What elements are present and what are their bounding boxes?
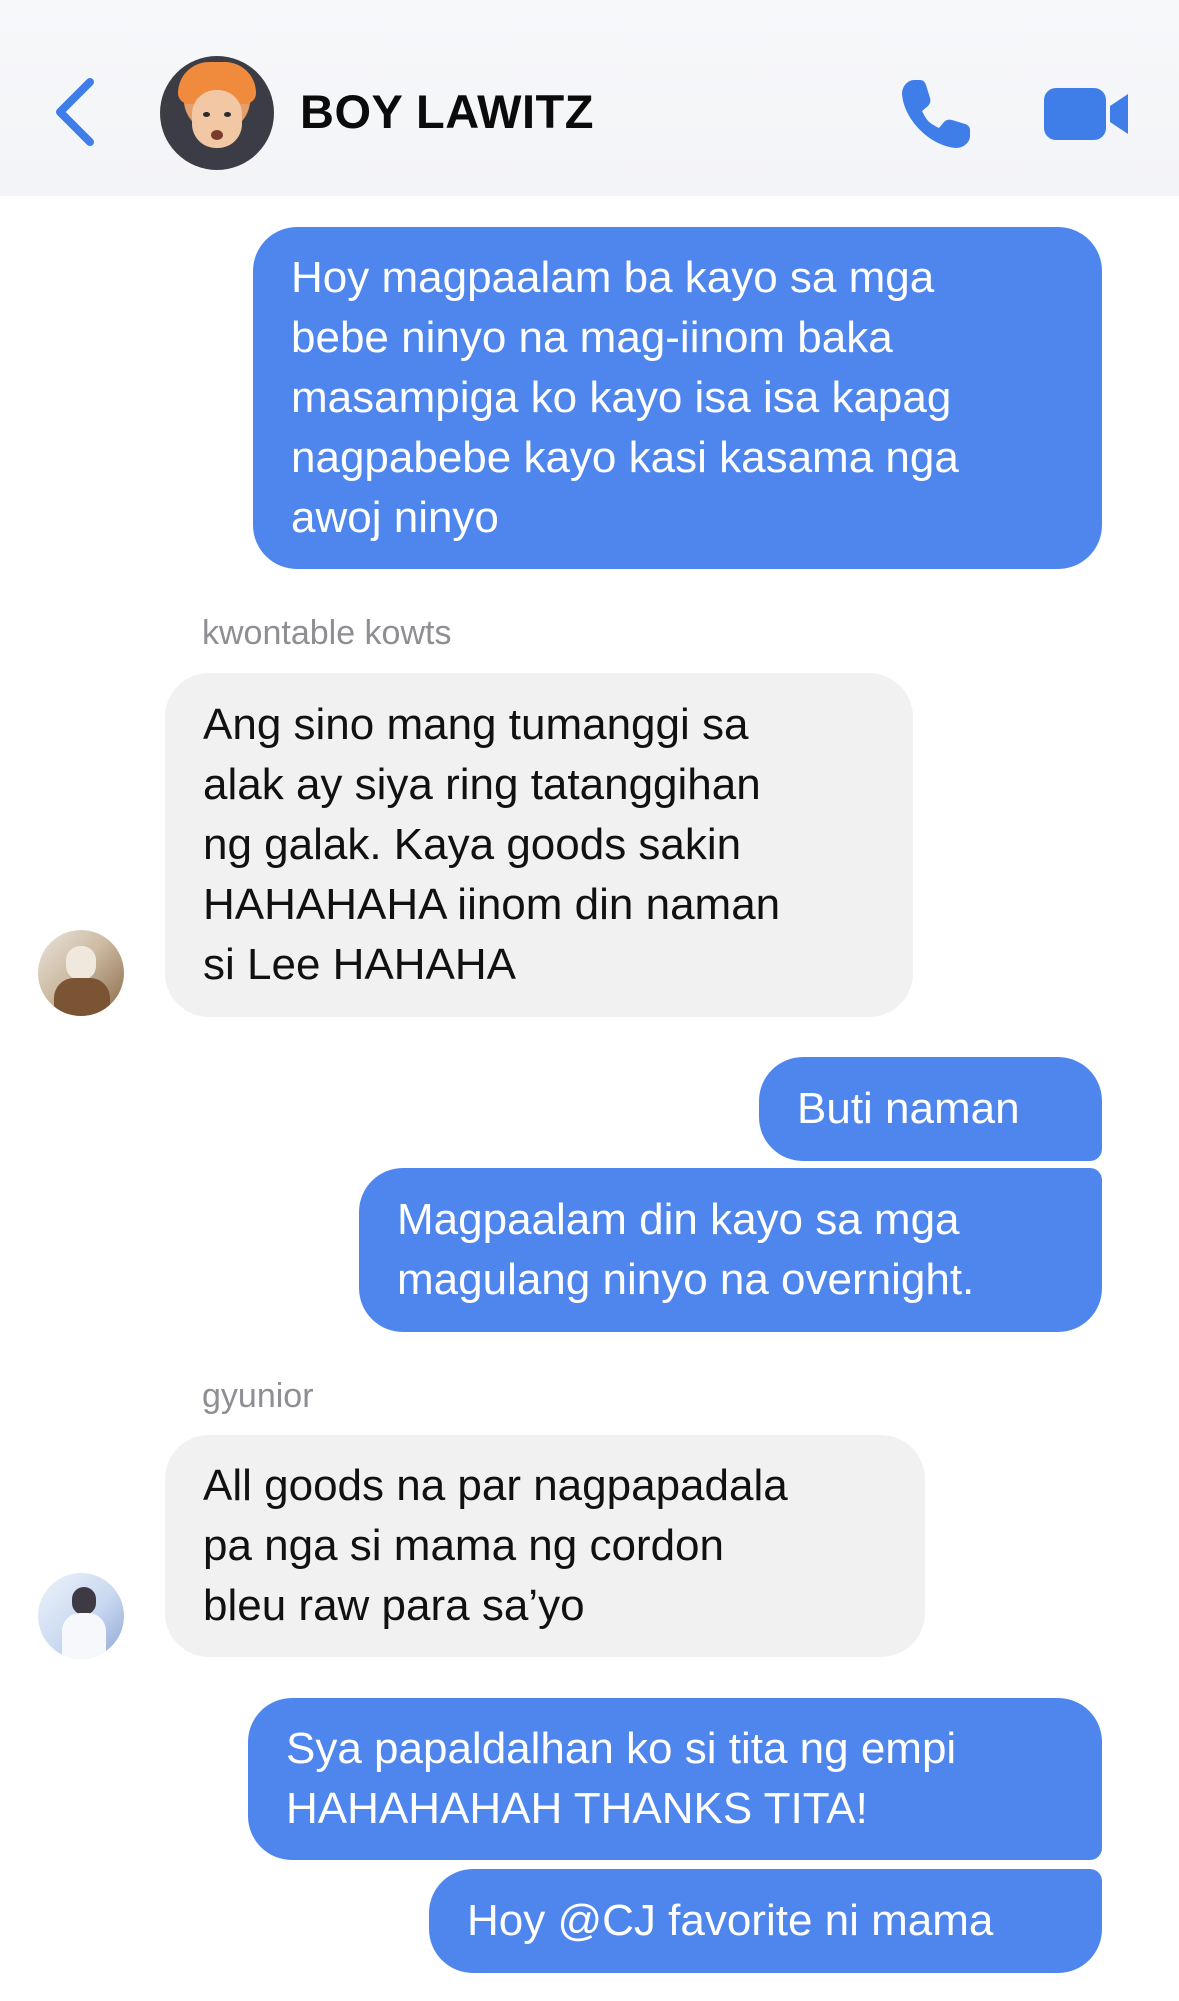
phone-icon: [902, 80, 970, 148]
chat-screen: BOY LAWITZ Hoy magpaalam ba kayo sa mga …: [0, 0, 1179, 2001]
contact-avatar[interactable]: [160, 56, 274, 170]
message-bubble-sent[interactable]: Buti naman: [759, 1057, 1102, 1161]
message-bubble-sent[interactable]: Hoy @CJ favorite ni mama: [429, 1869, 1102, 1973]
message-bubble-sent[interactable]: Magpaalam din kayo sa mga magulang ninyo…: [359, 1168, 1102, 1332]
sender-name: kwontable kowts: [202, 614, 452, 652]
video-call-button[interactable]: [1042, 84, 1132, 144]
message-bubble-sent[interactable]: Hoy magpaalam ba kayo sa mga bebe ninyo …: [253, 227, 1102, 569]
back-button[interactable]: [44, 72, 104, 152]
chat-header: BOY LAWITZ: [0, 0, 1179, 196]
message-bubble-sent[interactable]: Sya papaldalhan ko si tita ng empi HAHAH…: [248, 1698, 1102, 1860]
sender-avatar[interactable]: [38, 1573, 124, 1659]
message-text: Hoy @CJ favorite ni mama: [467, 1896, 994, 1945]
message-bubble-received[interactable]: All goods na par nagpapadala pa nga si m…: [165, 1435, 925, 1657]
message-text: Hoy magpaalam ba kayo sa mga bebe ninyo …: [291, 253, 959, 542]
sender-avatar[interactable]: [38, 930, 124, 1016]
chevron-left-icon: [56, 78, 94, 146]
chat-title[interactable]: BOY LAWITZ: [300, 84, 594, 139]
message-text: Sya papaldalhan ko si tita ng empi HAHAH…: [286, 1724, 957, 1833]
message-text: All goods na par nagpapadala pa nga si m…: [203, 1461, 788, 1630]
message-text: Ang sino mang tumanggi sa alak ay siya r…: [203, 700, 781, 989]
video-camera-icon: [1044, 88, 1128, 140]
sender-name: gyunior: [202, 1377, 314, 1415]
message-text: Magpaalam din kayo sa mga magulang ninyo…: [397, 1195, 975, 1304]
message-text: Buti naman: [797, 1084, 1020, 1133]
message-bubble-received[interactable]: Ang sino mang tumanggi sa alak ay siya r…: [165, 673, 913, 1017]
call-button[interactable]: [896, 74, 976, 154]
